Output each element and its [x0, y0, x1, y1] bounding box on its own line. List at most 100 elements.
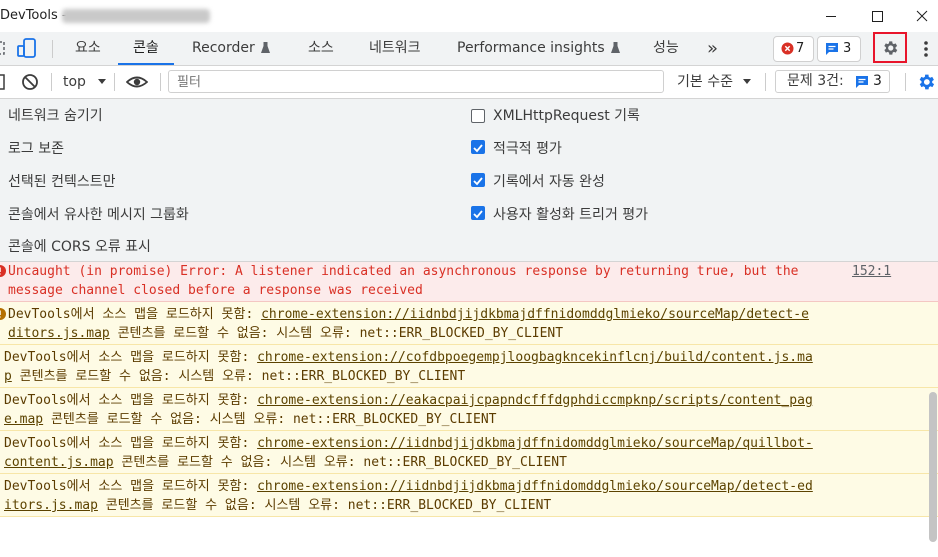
console-settings-pane: 네트워크 숨기기 로그 보존 선택된 컨텍스트만 콘솔에서 유사한 메시지 그룹…: [0, 99, 938, 262]
sourcemap-link[interactable]: content.js.map: [4, 455, 114, 470]
tab-network[interactable]: 네트워크: [369, 32, 421, 65]
divider: [160, 73, 161, 91]
live-expression-button[interactable]: [125, 73, 149, 95]
inspect-element-button[interactable]: [0, 38, 6, 62]
context-label: top: [63, 74, 86, 90]
error-text-line2: message channel closed before a response…: [8, 283, 423, 298]
console-message-warning: DevTools에서 소스 맵을 로드하지 못함: chrome-extensi…: [0, 474, 938, 517]
tab-elements[interactable]: 요소: [75, 32, 101, 65]
device-toolbar-button[interactable]: [16, 37, 40, 63]
warning-icon: [0, 308, 6, 320]
minimize-icon: [826, 16, 836, 17]
error-source-link[interactable]: 152:1: [852, 262, 891, 281]
error-icon: [0, 265, 6, 277]
more-tabs-button[interactable]: »: [707, 32, 718, 65]
device-toolbar-icon: [17, 38, 36, 58]
warning-suffix: 콘텐츠를 로드할 수 없음: 시스템 오류: net::ERR_BLOCKED_…: [97, 498, 552, 513]
setting-xhr-logging[interactable]: XMLHttpRequest 기록: [493, 105, 640, 125]
warning-prefix: DevTools에서 소스 맵을 로드하지 못함:: [4, 436, 258, 451]
setting-selected-context-only[interactable]: 선택된 컨텍스트만: [8, 171, 116, 191]
sourcemap-link[interactable]: chrome-extension://iidnbdjijdkbmajdffnid…: [261, 307, 809, 322]
warning-prefix: DevTools에서 소스 맵을 로드하지 못함:: [4, 350, 258, 365]
warning-suffix: 콘텐츠를 로드할 수 없음: 시스템 오류: net::ERR_BLOCKED_…: [43, 412, 497, 427]
sourcemap-link[interactable]: chrome-extension://cofdbpoegempjloogbagk…: [257, 350, 813, 365]
sourcemap-link[interactable]: itors.js.map: [4, 498, 98, 513]
scrollbar-thumb[interactable]: [929, 392, 937, 542]
divider: [114, 73, 115, 91]
sourcemap-link[interactable]: e.map: [4, 412, 43, 427]
sidebar-toggle-button[interactable]: [0, 74, 6, 94]
user-activation-eval-checkbox[interactable]: [471, 206, 485, 220]
issues-count: 3: [873, 73, 882, 89]
sourcemap-link[interactable]: ditors.js.map: [8, 326, 110, 341]
setting-preserve-log[interactable]: 로그 보존: [8, 138, 64, 158]
divider: [52, 40, 53, 58]
blurred-url: [62, 9, 210, 23]
message-icon: [856, 76, 868, 88]
clear-console-button[interactable]: [21, 73, 39, 95]
setting-group-similar[interactable]: 콘솔에서 유사한 메시지 그룹화: [8, 204, 189, 224]
checkmark-icon: [473, 210, 483, 219]
error-circle-icon: [781, 42, 794, 55]
clear-console-icon: [22, 74, 38, 90]
settings-blue-icon: [919, 74, 935, 90]
xhr-logging-checkbox[interactable]: [471, 109, 485, 123]
sidebar-icon: [0, 74, 5, 90]
flask-icon: [260, 42, 270, 53]
message-count: 3: [843, 41, 852, 56]
maximize-icon: [872, 11, 883, 22]
warning-suffix: 콘텐츠를 로드할 수 없음: 시스템 오류: net::ERR_BLOCKED_…: [11, 369, 466, 384]
setting-hide-network[interactable]: 네트워크 숨기기: [8, 105, 103, 125]
message-counter[interactable]: 3: [817, 36, 861, 62]
minimize-button[interactable]: [808, 0, 854, 32]
sourcemap-link[interactable]: p: [4, 369, 12, 384]
checkmark-icon: [473, 177, 483, 186]
tab-sources[interactable]: 소스: [308, 32, 334, 65]
window-title: DevTools -: [0, 8, 67, 23]
eager-evaluation-checkbox[interactable]: [471, 140, 485, 154]
setting-eager-evaluation[interactable]: 적극적 평가: [493, 138, 562, 158]
title-bar: DevTools -: [0, 0, 938, 32]
sourcemap-link[interactable]: chrome-extension://iidnbdjijdkbmajdffnid…: [257, 479, 813, 494]
divider: [905, 73, 906, 91]
filter-input[interactable]: [168, 70, 664, 93]
chevron-down-icon: [743, 79, 752, 84]
tab-performance[interactable]: 성능: [653, 32, 679, 65]
settings-button[interactable]: [873, 32, 907, 63]
console-toolbar: top 기본 수준 문제 3건: 3: [0, 66, 938, 99]
sourcemap-link[interactable]: chrome-extension://iidnbdjijdkbmajdffnid…: [257, 436, 813, 451]
inspect-icon: [0, 41, 5, 55]
log-level-selector[interactable]: 기본 수준: [677, 66, 752, 98]
issues-label: 문제 3건:: [787, 73, 844, 89]
warning-suffix: 콘텐츠를 로드할 수 없음: 시스템 오류: net::ERR_BLOCKED_…: [113, 455, 567, 470]
flask-icon: [610, 42, 620, 53]
tab-performance-insights[interactable]: Performance insights: [457, 32, 620, 65]
more-options-button[interactable]: [918, 38, 934, 64]
context-selector[interactable]: top: [63, 66, 107, 98]
console-settings-button[interactable]: [916, 72, 936, 96]
console-message-warning: DevTools에서 소스 맵을 로드하지 못함: chrome-extensi…: [0, 345, 938, 388]
warning-prefix: DevTools에서 소스 맵을 로드하지 못함:: [8, 307, 262, 322]
tab-recorder[interactable]: Recorder: [192, 32, 270, 65]
maximize-button[interactable]: [854, 0, 900, 32]
tab-performance-insights-label: Performance insights: [457, 40, 605, 56]
setting-autocomplete-history[interactable]: 기록에서 자동 완성: [493, 171, 605, 191]
sourcemap-link[interactable]: chrome-extension://eakacpaijcpapndcfffdg…: [257, 393, 813, 408]
error-counter[interactable]: 7: [773, 36, 814, 62]
tab-console[interactable]: 콘솔: [118, 32, 174, 65]
close-icon: [916, 10, 928, 22]
warning-prefix: DevTools에서 소스 맵을 로드하지 못함:: [4, 393, 258, 408]
issues-button[interactable]: 문제 3건: 3: [775, 70, 890, 93]
console-message-error: Uncaught (in promise) Error: A listener …: [0, 262, 938, 302]
checkmark-icon: [473, 144, 483, 153]
warning-prefix: DevTools에서 소스 맵을 로드하지 못함:: [4, 479, 258, 494]
setting-user-activation-eval[interactable]: 사용자 활성화 트리거 평가: [493, 204, 648, 224]
setting-show-cors-errors[interactable]: 콘솔에 CORS 오류 표시: [8, 236, 151, 256]
close-button[interactable]: [900, 0, 938, 32]
console-message-warning: DevTools에서 소스 맵을 로드하지 못함: chrome-extensi…: [0, 431, 938, 474]
more-vert-icon: [924, 41, 928, 57]
autocomplete-history-checkbox[interactable]: [471, 173, 485, 187]
settings-gear-icon: [884, 41, 898, 55]
error-count: 7: [796, 41, 805, 56]
chevron-down-icon: [98, 79, 107, 84]
